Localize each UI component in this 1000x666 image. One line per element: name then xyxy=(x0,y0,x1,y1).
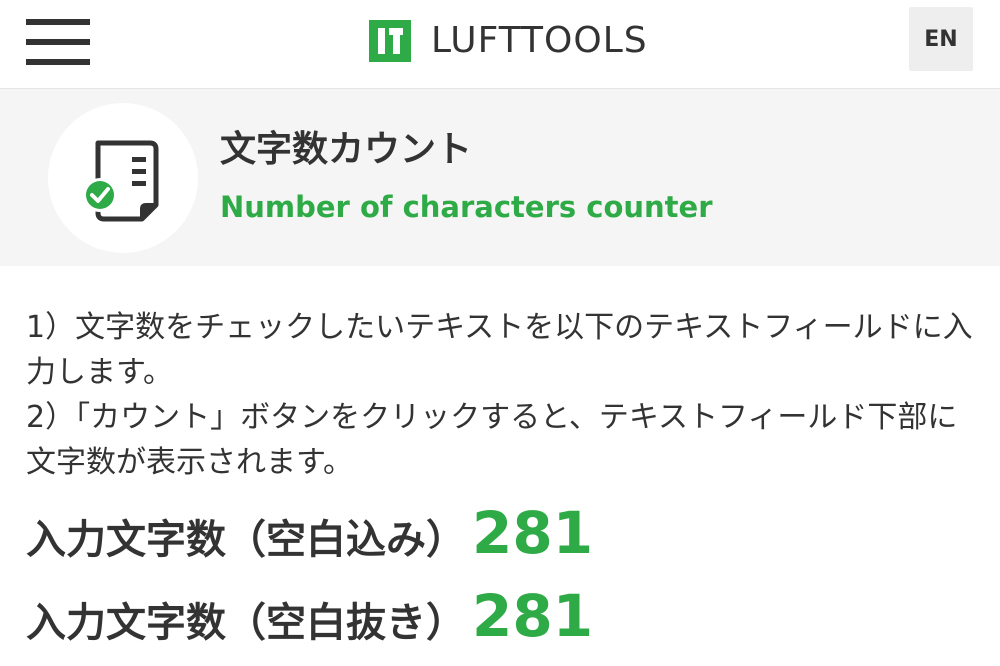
tool-header: 文字数カウント Number of characters counter xyxy=(0,89,1000,266)
count-without-spaces-label: 入力文字数（空白抜き） xyxy=(26,600,466,646)
language-toggle-button[interactable]: EN xyxy=(909,7,973,71)
count-without-spaces: 入力文字数（空白抜き） 281 xyxy=(26,583,593,656)
hamburger-menu-icon[interactable] xyxy=(26,19,90,65)
lufttools-logo-icon xyxy=(369,20,411,62)
site-header: LUFTTOOLS EN xyxy=(0,0,1000,89)
document-check-icon xyxy=(83,140,159,222)
count-with-spaces: 入力文字数（空白込み） 281 xyxy=(26,500,593,573)
page-subtitle: Number of characters counter xyxy=(220,190,713,224)
count-with-spaces-value: 281 xyxy=(472,499,594,567)
tool-icon-badge xyxy=(48,103,198,253)
site-logo[interactable]: LUFTTOOLS xyxy=(369,18,648,64)
instruction-step-2: 2）「カウント」ボタンをクリックすると、テキストフィールド下部に文字数が表示され… xyxy=(26,400,958,480)
instructions: 1）文字数をチェックしたいテキストを以下のテキストフィールドに入力します。 2）… xyxy=(26,305,981,485)
count-without-spaces-value: 281 xyxy=(472,582,594,650)
instruction-step-1: 1）文字数をチェックしたいテキストを以下のテキストフィールドに入力します。 xyxy=(26,310,973,390)
count-with-spaces-label: 入力文字数（空白込み） xyxy=(26,517,466,563)
logo-text: LUFTTOOLS xyxy=(431,20,648,61)
page-title: 文字数カウント xyxy=(220,129,473,170)
